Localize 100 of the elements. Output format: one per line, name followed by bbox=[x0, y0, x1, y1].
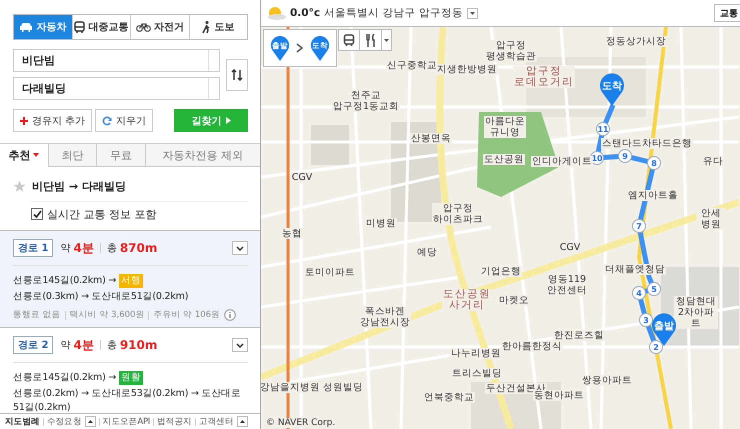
route-info: 택시비 약 3,600원 bbox=[70, 309, 144, 321]
route-waypoint: 3 bbox=[639, 313, 653, 327]
map-label: 언북중학교 bbox=[423, 392, 475, 403]
transport-tab[interactable]: 자동차 bbox=[14, 15, 72, 39]
route-option-tab[interactable]: 추천 bbox=[0, 144, 48, 167]
map-label: 예당 bbox=[416, 247, 438, 258]
footer-link[interactable]: 지도오픈API bbox=[102, 416, 150, 428]
map-label: 청담현대 2차아파트 bbox=[674, 296, 718, 329]
expand-button[interactable] bbox=[232, 338, 248, 352]
clear-button[interactable]: 지우기 bbox=[95, 109, 154, 132]
map-label: 농협 bbox=[281, 228, 303, 239]
map-label: 지생한방병원 bbox=[436, 64, 498, 75]
cloudy-sun-icon bbox=[266, 6, 286, 20]
caret-up-icon bbox=[240, 420, 245, 423]
menu-toggle-button[interactable] bbox=[84, 416, 96, 427]
route-card[interactable]: 경로 2 약 4분 총 910m 선릉로145길(0.2km) → 원활 선릉로(0.2km) → 도산대로53길(0.2km) → 도산대로51길(0.2km) bbox=[0, 327, 260, 413]
travel-time: 4분 bbox=[73, 240, 94, 256]
map-label: 아름다운 규니영 bbox=[484, 116, 526, 138]
distance-prefix: 총 bbox=[106, 242, 117, 255]
checkbox[interactable] bbox=[31, 208, 43, 220]
route-option-tab[interactable]: 자동차전용 제외 bbox=[144, 144, 260, 167]
route-step: 선릉로145길(0.2km) → bbox=[13, 371, 116, 385]
route-badge: 경로 1 bbox=[13, 239, 54, 257]
menu-toggle-button[interactable] bbox=[236, 416, 248, 427]
map-label: 정동상가시장 bbox=[605, 36, 667, 47]
route-card[interactable]: 경로 1 약 4분 총 870m 선릉로145길(0.2km) → 서행 선릉로(0.3km) → 도산대로51길(0.2km) 통행료 없음 택시비 약 3,600원 주유비 약 106원 bbox=[0, 230, 260, 327]
map-label: 압구정 하이츠파크 bbox=[432, 203, 484, 225]
route-waypoint: 11 bbox=[596, 122, 610, 136]
map-label: 안세병원 bbox=[696, 208, 726, 230]
more-layers-dropdown[interactable] bbox=[382, 29, 392, 51]
map-label: 더채플엣청담 bbox=[604, 264, 666, 275]
map-label: 토미이파트 bbox=[304, 267, 356, 278]
map-label: 도산공원 사거리 bbox=[442, 289, 492, 311]
route-option-tab[interactable]: 최단 bbox=[48, 144, 96, 167]
map-label: 압구정 평생학습관 bbox=[485, 40, 537, 62]
refresh-icon bbox=[102, 116, 112, 126]
route-option-tab[interactable]: 무료 bbox=[96, 144, 145, 167]
map-label: 유다 bbox=[702, 156, 724, 167]
map-label: 나누리병원 bbox=[450, 348, 502, 359]
route-waypoint: 9 bbox=[618, 149, 632, 163]
traffic-tag: 서행 bbox=[119, 274, 143, 288]
caret-down-icon bbox=[384, 38, 389, 42]
destination-pin[interactable]: 도착 bbox=[310, 35, 330, 61]
map-label: 폭스바겐 강남전시장 bbox=[359, 306, 411, 328]
expand-button[interactable] bbox=[232, 241, 248, 255]
map-label: 천주교 압구정1동교회 bbox=[332, 90, 400, 112]
location-name: 서울특별시 강남구 압구정동 bbox=[324, 6, 463, 20]
restaurant-layer-button[interactable] bbox=[360, 29, 382, 51]
fork-knife-icon bbox=[364, 34, 376, 46]
map-label: 성원빌딩 bbox=[322, 382, 364, 393]
info-icon[interactable] bbox=[224, 309, 236, 321]
map-label: 산봉면옥 bbox=[410, 133, 452, 144]
copyright: © NAVER Corp. bbox=[266, 418, 336, 428]
route-waypoint: 7 bbox=[632, 219, 646, 233]
caret-up-icon bbox=[88, 420, 93, 423]
swap-arrows-icon bbox=[231, 68, 243, 80]
map-label: 스탠다드차타드은행 bbox=[601, 138, 693, 149]
time-prefix: 약 bbox=[60, 339, 70, 352]
chevron-right-icon bbox=[296, 43, 304, 53]
location-dropdown[interactable] bbox=[466, 8, 478, 18]
map-label: 한아름한정식 bbox=[501, 341, 563, 352]
distance-prefix: 총 bbox=[106, 339, 117, 352]
map-label: 기업은행 bbox=[480, 266, 522, 277]
start-pin[interactable]: 출발 bbox=[270, 35, 290, 61]
distance: 870m bbox=[120, 241, 158, 255]
route-step: 선릉로(0.2km) → 도산대로53길(0.2km) → 도산대로51길(0.2km) bbox=[13, 387, 248, 413]
map-label: 마켓오 bbox=[498, 295, 530, 306]
map-label: 한진로즈힐 bbox=[553, 330, 605, 341]
transport-tab[interactable]: 대중교통 bbox=[72, 15, 130, 39]
play-arrow-icon bbox=[226, 117, 230, 124]
map-label: 엠지아트홀 bbox=[627, 190, 679, 201]
map-label: CGV bbox=[558, 242, 582, 253]
footer-link[interactable]: 수정요청 bbox=[46, 416, 82, 428]
map-label: 미병원 bbox=[365, 218, 397, 229]
add-waypoint-button[interactable]: 경유지 추가 bbox=[13, 109, 92, 132]
route-waypoint: 2 bbox=[649, 340, 663, 354]
traffic-tag: 원활 bbox=[119, 371, 143, 385]
map-label: 영동119 안전센터 bbox=[546, 274, 588, 296]
route-summary: 비단빔 → 다래빌딩 bbox=[32, 178, 126, 194]
footer-link[interactable]: 법적공지 bbox=[156, 416, 192, 428]
plus-icon bbox=[20, 116, 28, 124]
footer-link[interactable]: 지도범례 bbox=[5, 416, 40, 428]
swap-button[interactable] bbox=[226, 58, 248, 90]
route-badge: 경로 2 bbox=[13, 336, 54, 354]
bicycle-icon bbox=[136, 22, 151, 32]
route-waypoint: 8 bbox=[647, 156, 661, 170]
route-info: 주유비 약 106원 bbox=[153, 309, 220, 321]
route-step: 선릉로145길(0.2km) → bbox=[13, 274, 116, 288]
travel-time: 4분 bbox=[73, 336, 94, 354]
footer-link[interactable]: 고객센터 bbox=[198, 416, 234, 428]
chevron-down-icon bbox=[236, 246, 244, 250]
route-waypoint: 4 bbox=[632, 286, 646, 300]
bus-layer-button[interactable] bbox=[338, 29, 360, 51]
map-label: 강남을지병원 bbox=[261, 382, 321, 393]
traffic-button[interactable]: 교통 bbox=[714, 4, 740, 22]
route-step: 선릉로(0.3km) → 도산대로51길(0.2km) bbox=[13, 290, 188, 304]
star-icon[interactable] bbox=[13, 180, 26, 192]
map-label: 신구중학교 bbox=[386, 60, 438, 71]
bus-icon bbox=[343, 34, 355, 46]
destination-pin[interactable]: 도착 bbox=[599, 72, 625, 106]
